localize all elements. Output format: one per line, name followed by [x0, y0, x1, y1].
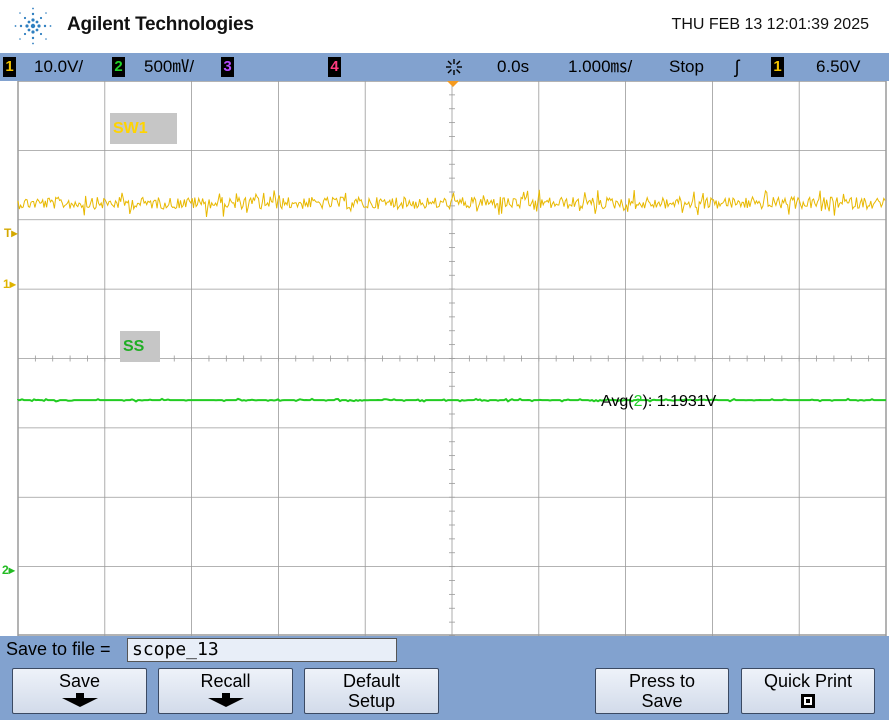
press-to-save-line2: Save [641, 691, 683, 711]
avg-measurement: Avg(2): 1.1931V [601, 393, 717, 410]
ch2-label: SS [120, 331, 160, 362]
ch1-scale[interactable]: 10.0V/ [34, 53, 83, 81]
ch1-waveform [17, 189, 886, 217]
ch4-indicator[interactable]: 4 [328, 57, 341, 77]
trigger-slope-icon: ʃ [735, 57, 739, 77]
save-button-label: Save [58, 671, 101, 691]
default-setup-line1: Default [342, 671, 401, 691]
press-to-save-line1: Press to [628, 671, 696, 691]
horizontal-delay[interactable]: 0.0s [497, 53, 529, 81]
default-setup-line2: Setup [347, 691, 396, 711]
save-button[interactable]: Save [12, 668, 147, 714]
quick-print-button[interactable]: Quick Print [741, 668, 875, 714]
ch1-indicator[interactable]: 1 [3, 57, 16, 77]
ch1-label: SW1 [110, 113, 177, 144]
ch2-waveform [17, 397, 886, 403]
trigger-source-indicator[interactable]: 1 [771, 57, 784, 77]
run-state[interactable]: Stop [669, 53, 704, 81]
ch1-ground-marker: 1▸ [3, 277, 16, 291]
ch2-indicator[interactable]: 2 [112, 57, 125, 77]
arrow-down-icon [207, 693, 244, 707]
acquisition-icon [446, 59, 462, 75]
ch2-ground-marker: 2▸ [2, 563, 15, 577]
timebase-scale[interactable]: 1.000㎳/ [568, 53, 632, 81]
status-bar: 1 10.0V/ 2 500㎷/ 3 4 0.0s 1.000㎳/ Stop ʃ… [0, 53, 889, 81]
arrow-down-icon [61, 693, 98, 707]
save-to-file-label: Save to file = [6, 639, 111, 659]
ch2-scale[interactable]: 500㎷/ [144, 53, 194, 81]
waveform-display: SW1 SS T▸ 1▸ 2▸ Avg(2): 1.1931V [0, 81, 889, 636]
recall-button[interactable]: Recall [158, 668, 293, 714]
ch3-indicator[interactable]: 3 [221, 57, 234, 77]
brand-name: Agilent Technologies [67, 14, 254, 35]
quick-print-label: Quick Print [763, 671, 853, 691]
trigger-level-marker: T▸ [4, 226, 18, 240]
default-setup-button[interactable]: Default Setup [304, 668, 439, 714]
softkey-panel: Save to file = scope_13 Save Recall Defa… [0, 636, 889, 720]
header: Agilent Technologies THU FEB 13 12:01:39… [0, 0, 889, 53]
agilent-spark-logo-icon [14, 7, 52, 45]
date-time: THU FEB 13 12:01:39 2025 [671, 16, 869, 33]
trigger-position-icon [447, 81, 459, 87]
recall-button-label: Recall [200, 671, 251, 691]
press-to-save-button[interactable]: Press to Save [595, 668, 729, 714]
trigger-level[interactable]: 6.50V [816, 53, 860, 81]
print-icon [801, 694, 815, 708]
filename-field[interactable]: scope_13 [127, 638, 397, 662]
